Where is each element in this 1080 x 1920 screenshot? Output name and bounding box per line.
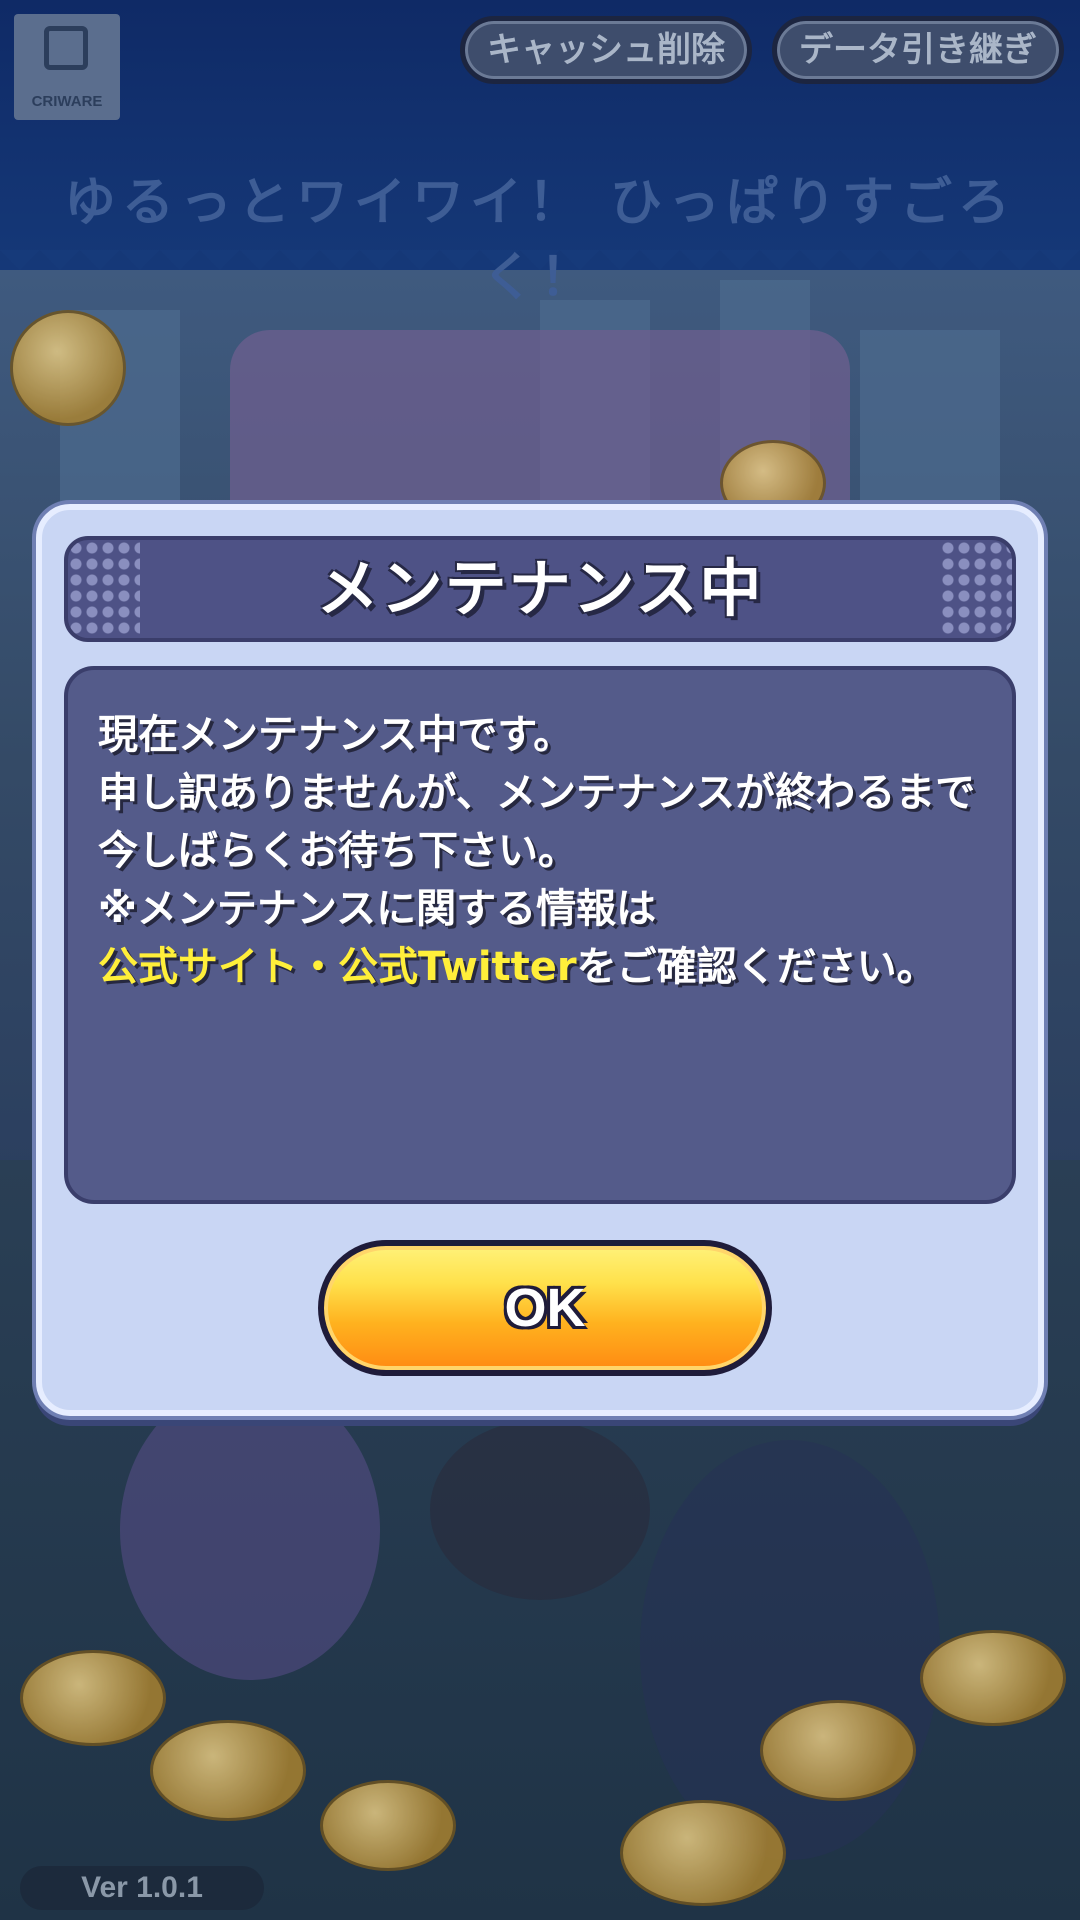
coin-decoration bbox=[20, 1650, 166, 1746]
character-center bbox=[430, 1420, 650, 1600]
message-line-links: 公式サイト・公式Twitterをご確認ください。 bbox=[98, 938, 998, 996]
coin-decoration bbox=[150, 1720, 306, 1821]
clear-cache-button[interactable]: キャッシュ削除 bbox=[460, 16, 752, 84]
ok-button-label: OK bbox=[504, 1278, 586, 1338]
dialog-title: メンテナンス中 bbox=[316, 552, 764, 625]
ok-button[interactable]: OK bbox=[318, 1240, 772, 1376]
message-line: 現在メンテナンス中です。 bbox=[98, 712, 574, 758]
character-left bbox=[120, 1380, 380, 1680]
message-line-suffix: をご確認ください。 bbox=[576, 944, 937, 990]
criware-cube-icon bbox=[44, 26, 88, 70]
character-right bbox=[640, 1440, 940, 1860]
message-line: ※メンテナンスに関する情報は bbox=[98, 886, 657, 932]
criware-logo: CRIWARE bbox=[14, 14, 120, 120]
maintenance-dialog: メンテナンス中 現在メンテナンス中です。 申し訳ありませんが、メンテナンスが終わ… bbox=[36, 504, 1044, 1416]
criware-logo-label: CRIWARE bbox=[31, 93, 103, 110]
coin-decoration bbox=[10, 310, 126, 426]
dialog-title-bar: メンテナンス中 bbox=[64, 536, 1016, 642]
version-label: Ver 1.0.1 bbox=[20, 1866, 264, 1910]
coin-decoration bbox=[920, 1630, 1066, 1726]
coin-decoration bbox=[320, 1780, 456, 1871]
dialog-message: 現在メンテナンス中です。 申し訳ありませんが、メンテナンスが終わるまで 今しばら… bbox=[98, 706, 998, 996]
dialog-message-panel: 現在メンテナンス中です。 申し訳ありませんが、メンテナンスが終わるまで 今しばら… bbox=[64, 666, 1016, 1204]
background-tagline: ゆるっとワイワイ！ ひっぱりすごろく！ bbox=[63, 173, 1017, 308]
data-transfer-button[interactable]: データ引き継ぎ bbox=[772, 16, 1064, 84]
coin-decoration bbox=[760, 1700, 916, 1801]
message-line: 今しばらくお待ち下さい。 bbox=[98, 828, 578, 874]
coin-decoration bbox=[620, 1800, 786, 1906]
message-line: 申し訳ありませんが、メンテナンスが終わるまで bbox=[98, 770, 976, 816]
official-links-highlight: 公式サイト・公式Twitter bbox=[98, 944, 577, 990]
